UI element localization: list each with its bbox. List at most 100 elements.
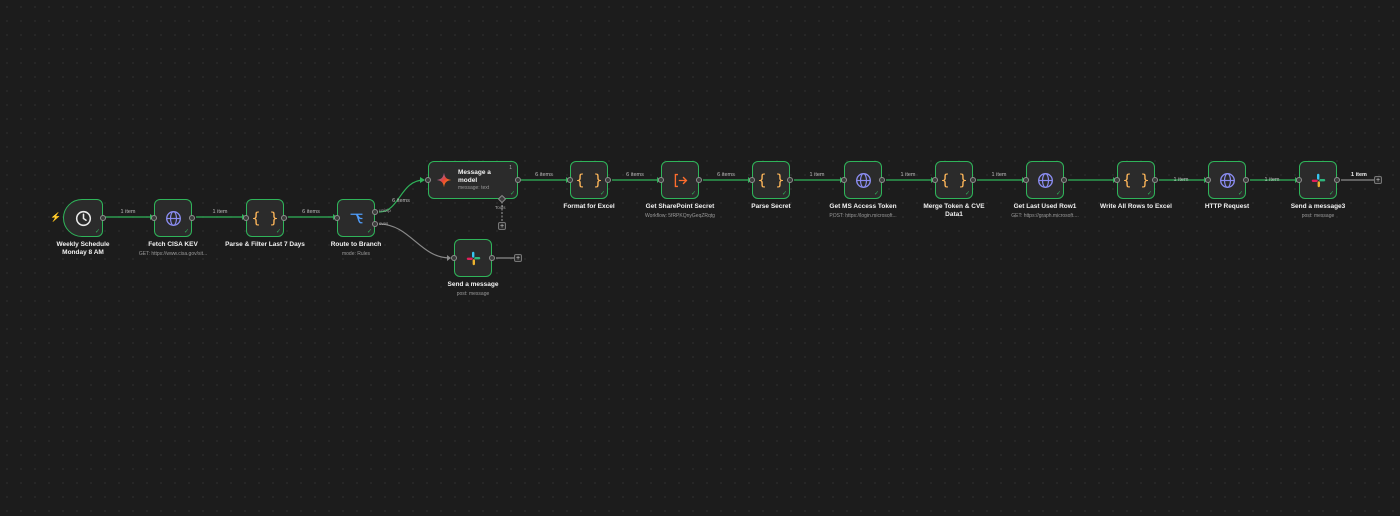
output-port[interactable] <box>696 177 702 183</box>
node-title: Fetch CISA KEV <box>148 241 198 248</box>
node-subtitle: GET: https://www.cisa.gov/sit... <box>138 251 208 257</box>
input-port[interactable] <box>658 177 664 183</box>
edge-label: 6 items <box>535 172 553 178</box>
output-port[interactable] <box>970 177 976 183</box>
edge-label: 6 items <box>302 209 320 215</box>
success-check-icon: ✓ <box>94 229 100 235</box>
connections-layer <box>104 177 1374 261</box>
input-port[interactable] <box>567 177 573 183</box>
node-subtitle: message: text <box>458 185 490 191</box>
output-port[interactable] <box>515 177 521 183</box>
edge-label: 1 item <box>1264 177 1280 183</box>
input-port[interactable] <box>425 177 431 183</box>
add-tool-button[interactable]: + <box>498 222 506 230</box>
node-send-a-message[interactable] <box>451 239 495 277</box>
input-port[interactable] <box>749 177 755 183</box>
input-port[interactable] <box>1205 177 1211 183</box>
node-write-all-rows[interactable]: { } ✓ <box>1114 161 1158 199</box>
input-port[interactable] <box>1296 177 1302 183</box>
output-port[interactable] <box>879 177 885 183</box>
success-check-icon: ✓ <box>1328 191 1334 197</box>
output-port[interactable] <box>489 255 495 261</box>
edge-label: 1 item <box>900 172 916 178</box>
edge-label: 6 items <box>717 172 735 178</box>
edge-label: 6 items <box>626 172 644 178</box>
node-merge-token-cve[interactable]: { } ✓ <box>932 161 976 199</box>
node-parse-secret[interactable]: { } ✓ <box>749 161 793 199</box>
node-subtitle: Workflow: 5fRPKQnyGeqZRqtg <box>645 213 715 219</box>
node-title: model <box>458 176 478 184</box>
node-http-request[interactable]: ✓ <box>1205 161 1249 199</box>
node-fetch-cisa-kev[interactable]: ✓ <box>151 199 195 237</box>
input-port[interactable] <box>451 255 457 261</box>
input-port[interactable] <box>243 215 249 221</box>
output-port[interactable] <box>281 215 287 221</box>
execute-workflow-icon <box>674 173 687 187</box>
output-port[interactable] <box>189 215 195 221</box>
gemini-sparkle-icon <box>436 172 452 188</box>
node-send-a-message3[interactable]: ✓ <box>1296 161 1340 199</box>
globe-icon <box>1037 172 1053 188</box>
node-weekly-schedule[interactable]: ✓ <box>63 199 106 237</box>
input-port[interactable] <box>841 177 847 183</box>
output-port[interactable] <box>1061 177 1067 183</box>
success-check-icon: ✓ <box>366 229 372 235</box>
node-get-sharepoint-secret[interactable]: ✓ <box>658 161 702 199</box>
node-title: Get MS Access Token <box>829 203 897 210</box>
node-message-a-model[interactable]: Message a model message: text 1 ✓ <box>425 161 521 199</box>
code-braces-icon: { } <box>757 171 785 189</box>
success-check-icon: ✓ <box>275 229 281 235</box>
node-parse-filter[interactable]: { } ✓ <box>243 199 287 237</box>
node-subtitle: POST: https://login.microsoft... <box>829 213 897 219</box>
input-port[interactable] <box>334 215 340 221</box>
edge-label: 1 item <box>991 172 1007 178</box>
slack-icon <box>466 251 480 265</box>
node-title: Write All Rows to Excel <box>1100 203 1172 210</box>
node-format-for-excel[interactable]: { } ✓ <box>567 161 611 199</box>
node-title: HTTP Request <box>1204 203 1250 210</box>
output-port[interactable] <box>1334 177 1340 183</box>
success-check-icon: ✓ <box>1237 191 1243 197</box>
output-port[interactable] <box>1243 177 1249 183</box>
node-get-last-used-row[interactable]: ✓ <box>1023 161 1067 199</box>
model-badge: 1 <box>509 165 512 171</box>
input-port[interactable] <box>1023 177 1029 183</box>
success-check-icon: ✓ <box>1055 191 1061 197</box>
input-port[interactable] <box>151 215 157 221</box>
clock-icon <box>75 210 91 226</box>
success-check-icon: ✓ <box>873 191 879 197</box>
input-port[interactable] <box>1114 177 1120 183</box>
edge-label: 6 items <box>392 198 410 204</box>
tools-label: Tools <box>495 205 506 210</box>
node-title: Weekly Schedule Monday 8 AM <box>56 241 110 256</box>
node-title: Parse Secret <box>751 203 791 210</box>
success-check-icon: ✓ <box>964 191 970 197</box>
node-title: Format for Excel <box>563 203 615 210</box>
code-braces-icon: { } <box>251 209 279 227</box>
success-check-icon: ✓ <box>183 229 189 235</box>
node-title: Get Last Used Row1 <box>1013 203 1077 210</box>
output-port[interactable] <box>787 177 793 183</box>
output-port[interactable] <box>100 215 106 221</box>
node-get-ms-access-token[interactable]: ✓ <box>841 161 885 199</box>
globe-icon <box>855 172 871 188</box>
node-subtitle: post: message <box>1301 213 1335 219</box>
input-port[interactable] <box>932 177 938 183</box>
node-subtitle: mode: Rules <box>341 251 371 257</box>
output-port-unizip[interactable] <box>372 209 378 215</box>
edge-label: 1 item <box>120 209 136 215</box>
switch-branch-icon <box>350 213 362 223</box>
node-route-to-branch[interactable]: ✓ <box>334 199 378 237</box>
node-title: Message a <box>458 169 491 176</box>
output-port-cves[interactable] <box>372 221 378 227</box>
code-braces-icon: { } <box>1122 171 1150 189</box>
output-port[interactable] <box>1152 177 1158 183</box>
success-check-icon: ✓ <box>599 191 605 197</box>
success-check-icon: ✓ <box>781 191 787 197</box>
add-node-button[interactable]: + <box>514 254 522 262</box>
add-node-button[interactable]: + <box>1374 176 1382 184</box>
node-title: Merge Token & CVE Data1 <box>923 203 985 218</box>
edge-label: 1 item <box>809 172 825 178</box>
edge-label: 1 item <box>1351 172 1367 178</box>
output-port[interactable] <box>605 177 611 183</box>
